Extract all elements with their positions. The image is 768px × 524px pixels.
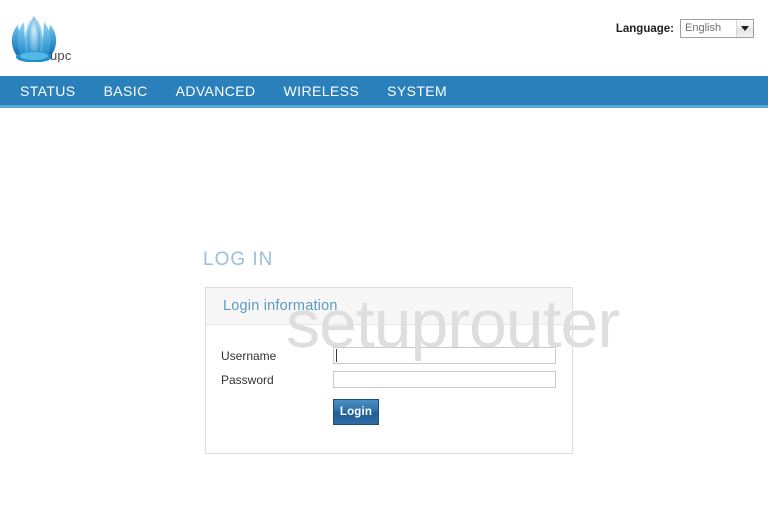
language-select[interactable]: English: [680, 19, 754, 38]
main-navigation: STATUS BASIC ADVANCED WIRELESS SYSTEM: [0, 76, 768, 108]
page-title: LOG IN: [203, 249, 274, 270]
page-header: upc Language: English: [0, 0, 768, 76]
nav-item-system[interactable]: SYSTEM: [373, 75, 461, 107]
login-panel-title: Login information: [223, 298, 338, 314]
main-content: LOG IN setuprouter Login information Use…: [0, 108, 768, 521]
language-label: Language:: [615, 22, 674, 35]
chevron-down-icon[interactable]: [736, 20, 753, 37]
password-label: Password: [221, 372, 274, 387]
username-input[interactable]: [333, 347, 556, 364]
username-row: Username: [221, 347, 572, 364]
nav-item-wireless[interactable]: WIRELESS: [270, 75, 374, 107]
nav-item-basic[interactable]: BASIC: [90, 75, 162, 107]
password-input[interactable]: [333, 371, 556, 388]
login-form: Username Password Login: [206, 325, 572, 425]
password-row: Password: [221, 371, 572, 388]
language-select-value: English: [685, 22, 722, 34]
nav-item-status[interactable]: STATUS: [6, 75, 90, 107]
brand-name: upc: [50, 48, 72, 63]
login-button[interactable]: Login: [333, 399, 379, 425]
password-input-wrap: [333, 371, 556, 388]
username-input-wrap: [333, 347, 556, 364]
login-panel: Login information Username Password Logi…: [205, 287, 573, 454]
nav-item-advanced[interactable]: ADVANCED: [162, 75, 270, 107]
login-panel-header: Login information: [206, 288, 572, 325]
language-selector[interactable]: Language: English: [616, 19, 754, 38]
brand-logo[interactable]: upc: [8, 12, 88, 68]
username-label: Username: [221, 348, 277, 363]
text-cursor-icon: [336, 349, 337, 362]
submit-row: Login: [221, 399, 572, 425]
